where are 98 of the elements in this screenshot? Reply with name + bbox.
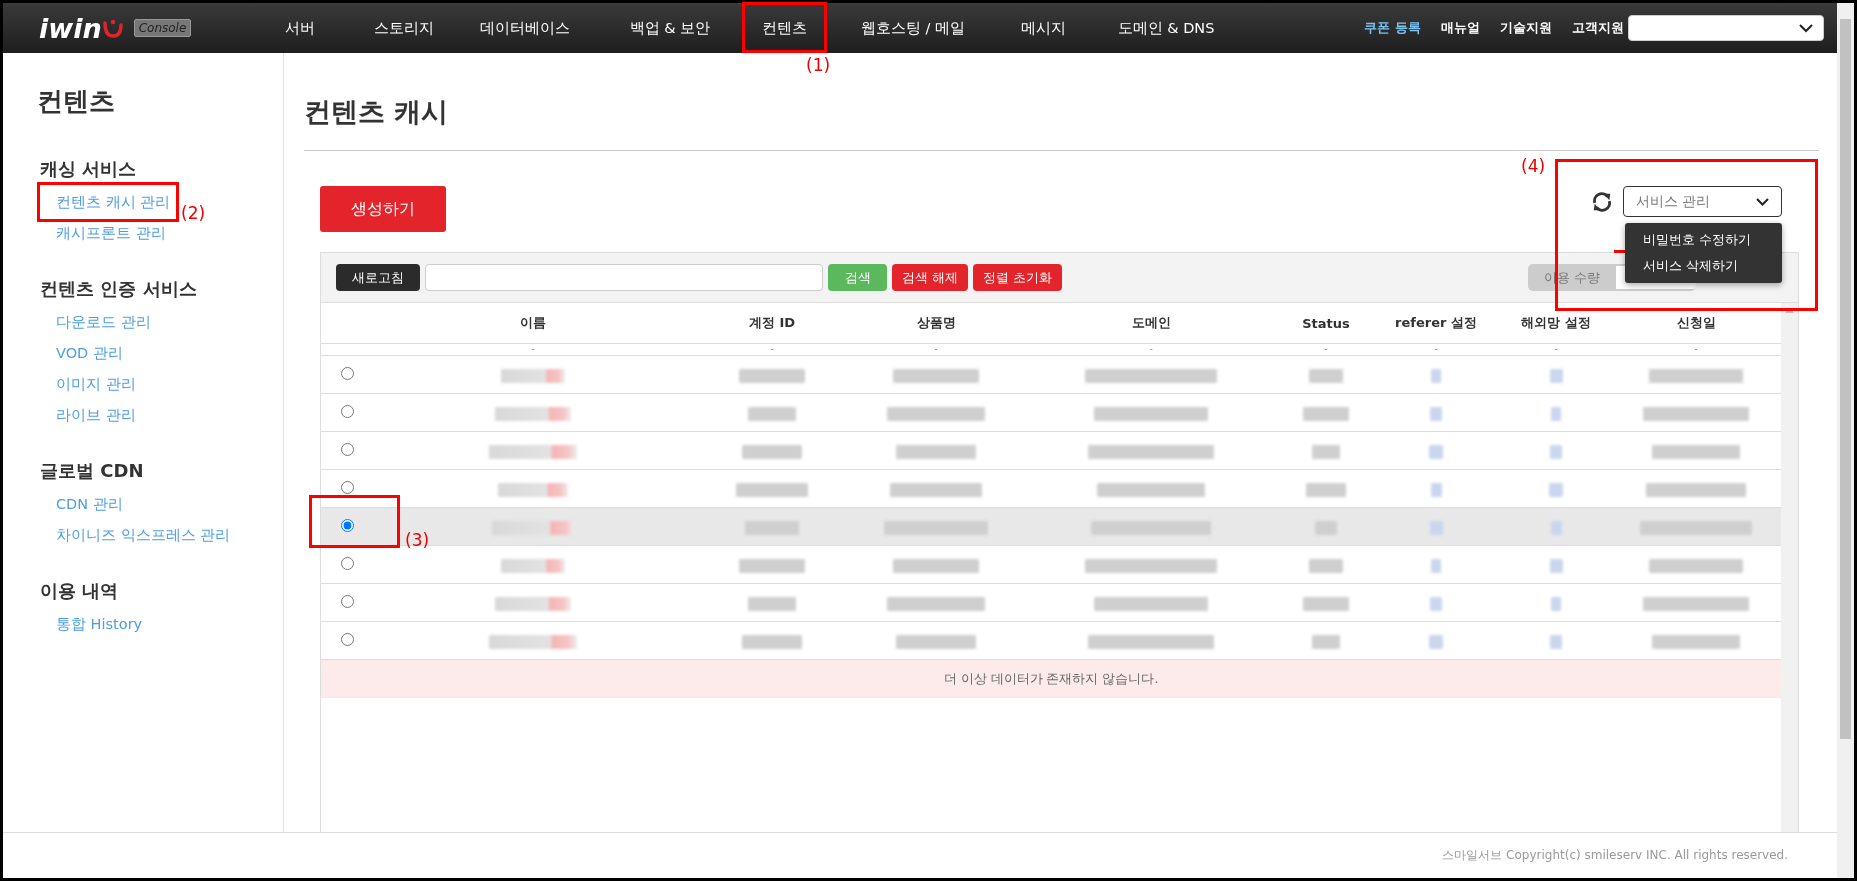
table-scrollbar[interactable] [1781,303,1798,832]
blurred-text [1550,634,1562,649]
filter-dash: - [1694,344,1698,354]
blurred-text [1429,634,1443,649]
blurred-text [1306,482,1346,497]
nav-link[interactable]: 스토리지 [352,18,456,38]
filter-dash: - [770,344,774,354]
blurred-text [1549,368,1563,383]
search-field[interactable] [425,264,823,291]
blurred-text [748,406,796,421]
nav-link[interactable]: 컨텐츠 [746,18,822,38]
nav-link[interactable]: 데이터베이스 [456,18,594,38]
column-header[interactable]: 계정 ID [748,315,796,330]
column-header[interactable]: 이름 [520,315,546,330]
blurred-text [1315,520,1337,535]
blurred-text [501,558,565,573]
sidebar-section-title: 컨텐츠 인증 서비스 [40,277,198,301]
logo-text: iwin [39,12,102,44]
row-radio[interactable] [340,481,354,494]
top-link[interactable]: 기술지원 [1500,19,1552,37]
blurred-text [1431,368,1441,383]
row-radio[interactable] [340,557,354,570]
blurred-text [1309,558,1343,573]
blurred-text [1309,368,1343,383]
blurred-text [1551,406,1561,421]
annotation-label: (3) [405,530,430,550]
smile-logo-icon [101,17,124,39]
sidebar-title: 컨텐츠 [37,85,116,118]
blurred-text [1551,596,1561,611]
row-radio[interactable] [340,405,354,418]
page-scrollbar[interactable] [1837,3,1854,878]
blurred-text [1549,482,1563,497]
top-link[interactable]: 매뉴얼 [1441,19,1480,37]
row-radio[interactable] [340,443,354,456]
blurred-text [1303,596,1349,611]
filter-dash: - [934,344,938,354]
nav-link[interactable]: 서버 [248,18,352,38]
blurred-text [736,482,808,497]
blurred-text [1430,482,1442,497]
blurred-text [1549,558,1563,573]
blurred-text [1431,558,1441,573]
nav-link[interactable]: 도메인 & DNS [1082,18,1250,38]
filter-dash: - [1554,344,1558,354]
nav-link[interactable]: 메시지 [1004,18,1082,38]
copyright-text: 스마일서브 Copyright(c) smileserv INC. All rights reserved. [1442,847,1788,864]
row-radio[interactable] [340,519,354,532]
reset-sort-button[interactable]: 정렬 초기화 [973,264,1063,291]
column-header[interactable]: referer 설정 [1395,315,1477,330]
chevron-down-icon [1799,23,1813,33]
column-header[interactable]: 신청일 [1676,315,1716,330]
chevron-down-icon [1756,197,1769,206]
column-header[interactable]: Status [1302,315,1350,331]
filter-dash: - [531,344,535,354]
blurred-text [1430,596,1442,611]
empty-message: 더 이상 데이터가 존재하지 않습니다. [321,660,1781,698]
blurred-text [1429,444,1443,459]
blurred-text [742,444,802,459]
blurred-text [748,596,796,611]
blurred-text [501,368,565,383]
blurred-text [1312,444,1340,459]
annotation-label: (2) [181,203,206,223]
blurred-text [1430,406,1442,421]
blurred-text [742,634,802,649]
create-button[interactable]: 생성하기 [320,186,446,232]
nav-link[interactable]: 웹호스팅 / 메일 [822,18,1004,38]
column-header[interactable]: 도메인 [1131,315,1171,330]
blurred-text [498,482,568,497]
annotation-label: (4) [1521,156,1546,176]
sidebar-section-title: 이용 내역 [40,579,120,603]
blurred-text [1429,520,1443,535]
service-select[interactable]: 서비스 관리 [1623,186,1782,217]
row-radio[interactable] [340,367,354,380]
filter-dash: - [1434,344,1438,354]
blurred-text [745,520,799,535]
row-radio[interactable] [340,633,354,646]
annotation-label: (1) [806,55,831,75]
refresh-icon[interactable] [1591,190,1613,213]
nav-link[interactable]: 백업 & 보안 [594,18,746,38]
sidebar-section-title: 글로벌 CDN [40,459,145,483]
filter-dash: - [1149,344,1153,354]
sidebar-section-title: 캐싱 서비스 [40,157,138,181]
blurred-text [1312,634,1340,649]
top-link[interactable]: 고객지원 [1572,19,1624,37]
row-radio[interactable] [340,595,354,608]
filter-dash: - [1324,344,1328,354]
refresh-button[interactable]: 새로고침 [336,264,420,291]
blurred-text [1550,520,1562,535]
column-header[interactable]: 해외망 설정 [1521,315,1591,330]
top-link[interactable]: 쿠폰 등록 [1364,19,1421,37]
blurred-text [1550,444,1562,459]
blurred-text [739,368,805,383]
column-header[interactable]: 상품명 [916,315,956,330]
console-badge: Console [133,19,192,37]
clear-search-button[interactable]: 검색 해제 [892,264,969,291]
blurred-text [1303,406,1349,421]
menu-item[interactable]: 비밀번호 수정하기 [1625,227,1782,253]
blurred-text [739,558,805,573]
page-title: 컨텐츠 캐시 [304,95,450,129]
